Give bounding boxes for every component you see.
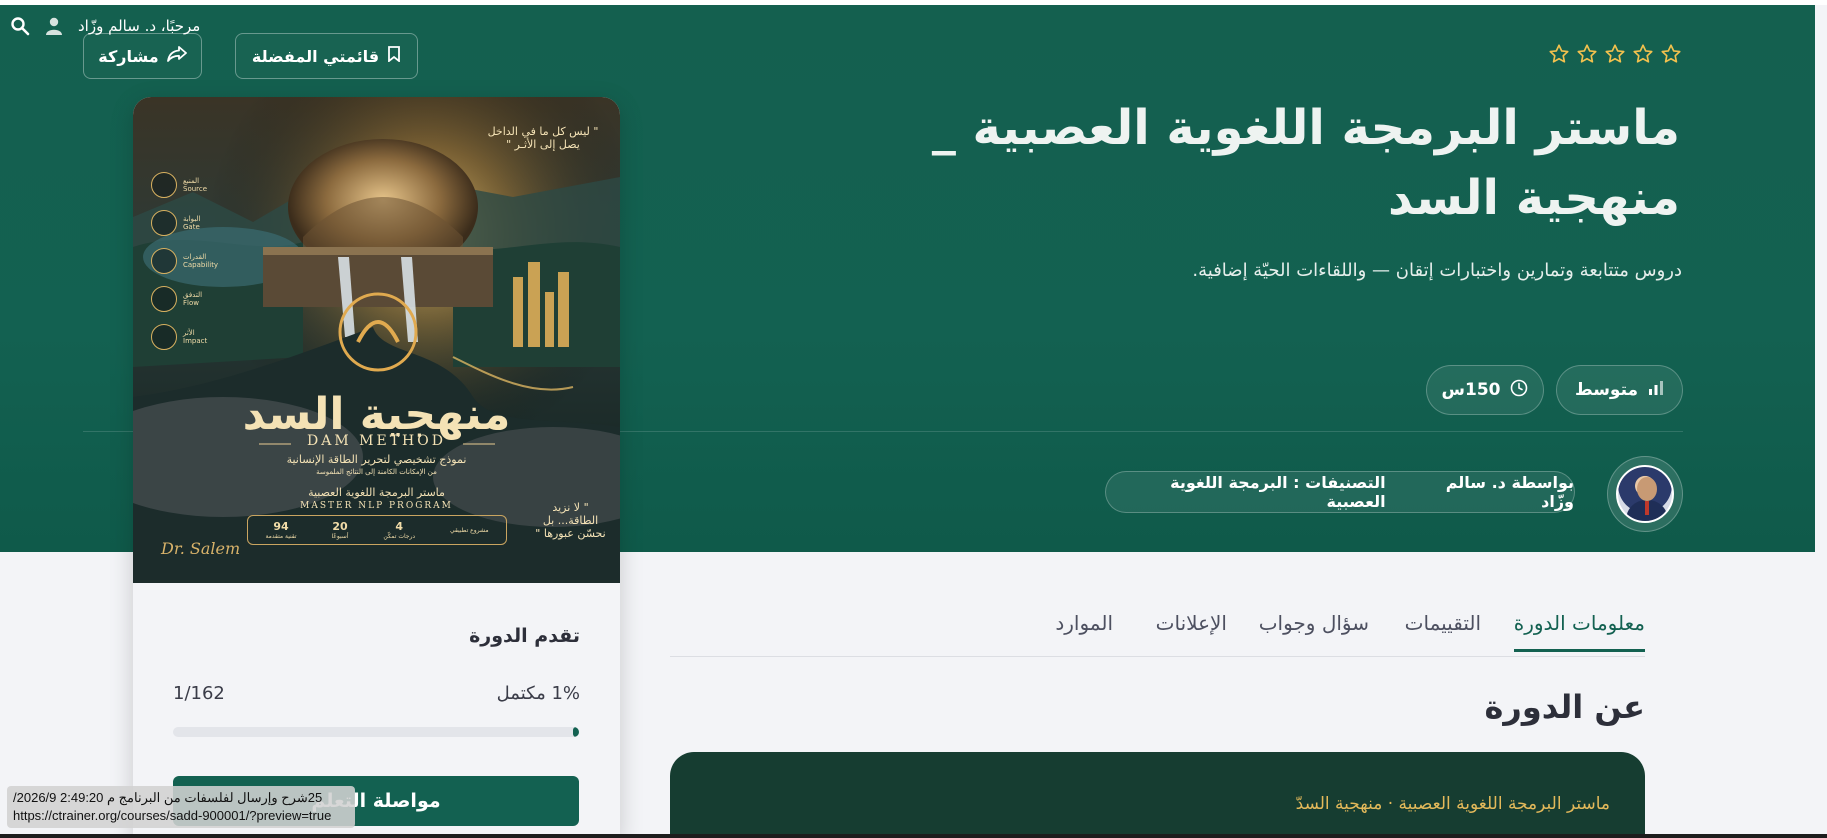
cover-stats: 94 تقنية متقدمة 20 أسبوعًا 4 درجات تمكّن مشروع… <box>247 515 507 545</box>
tooltip-line1: 25شرح وإرسال لفلسفات من البرنامج م 2:49:… <box>13 790 323 805</box>
clock-icon <box>1510 379 1528 402</box>
cover-side-icon <box>151 286 177 312</box>
cover-side-item: القدرات Capability <box>151 248 221 274</box>
bookmark-icon <box>387 46 401 66</box>
cover-stat: 20 أسبوعًا <box>331 520 348 540</box>
progress-bar <box>173 727 579 737</box>
progress-title: تقدم الدورة <box>469 625 580 647</box>
cover-quote-top: " ليس كل ما في الداخل يصل إلى الأثـر " <box>487 125 599 151</box>
avatar <box>1616 465 1674 523</box>
share-icon <box>166 46 187 66</box>
tab-announcements[interactable]: الإعلانات <box>1156 611 1227 649</box>
cover-side-label-en: Flow <box>183 299 199 307</box>
cover-side-icon <box>151 248 177 274</box>
cover-side-item: المنبع Source <box>151 172 221 198</box>
tab-reviews[interactable]: التقييمات <box>1405 611 1481 649</box>
status-tooltip: 25شرح وإرسال لفلسفات من البرنامج م 2:49:… <box>7 786 355 828</box>
cover-side-label-ar: القدرات <box>183 253 207 261</box>
cover-side-item: التدفق Flow <box>151 286 221 312</box>
star-icon[interactable] <box>1576 43 1598 65</box>
favorites-button[interactable]: قائمتي المفضلة <box>235 33 418 79</box>
course-page: مرحبًا، د. سالم وزّاد قائمتي المفضلة مشا… <box>0 0 1827 838</box>
course-card: " ليس كل ما في الداخل يصل إلى الأثـر " "… <box>133 97 620 838</box>
cover-stat-value: 20 <box>332 520 348 533</box>
cover-side-label-ar: التدفق <box>183 291 203 299</box>
tab-resources[interactable]: الموارد <box>1055 611 1113 649</box>
cover-subtitle: نموذج تشخيصي لتحرير الطاقة الإنسانية <box>286 453 467 466</box>
rating-stars[interactable] <box>1548 43 1682 65</box>
course-title-line1: ماستر البرمجة اللغوية العصبية _ <box>931 100 1680 156</box>
share-button[interactable]: مشاركة <box>83 33 202 79</box>
cover-program-en: MASTER NLP PROGRAM <box>300 501 453 511</box>
cover-latin-title: DAM METHOD <box>307 433 446 449</box>
course-title: ماستر البرمجة اللغوية العصبية _ منهجية ا… <box>780 93 1680 233</box>
tab-qa[interactable]: سؤال وجواب <box>1259 611 1369 649</box>
cover-side-label-en: Source <box>183 185 208 193</box>
course-cover-image: " ليس كل ما في الداخل يصل إلى الأثـر " "… <box>133 97 620 583</box>
course-subtitle: دروس متتابعة وتمارين واختبارات إتقان — و… <box>1192 260 1682 281</box>
cover-stat-label: درجات تمكّن <box>383 533 416 540</box>
cover-side-label-en: Capability <box>183 261 219 269</box>
cover-stat-label: مشروع تطبيقي <box>450 526 489 534</box>
star-icon[interactable] <box>1604 43 1626 65</box>
course-title-line2: منهجية السد <box>1387 170 1680 226</box>
tooltip-url: https://ctrainer.org/courses/sadd-900001… <box>13 808 332 823</box>
user-icon[interactable] <box>44 16 64 36</box>
share-label: مشاركة <box>98 46 159 66</box>
cover-side-icon <box>151 172 177 198</box>
favorites-label: قائمتي المفضلة <box>251 46 380 66</box>
star-icon[interactable] <box>1632 43 1654 65</box>
level-chip: متوسط <box>1556 365 1683 415</box>
cover-side-icon <box>151 210 177 236</box>
cover-side-label-ar: البوابة <box>183 215 201 223</box>
star-icon[interactable] <box>1548 43 1570 65</box>
cover-side-label-en: Impact <box>183 337 208 345</box>
cover-side-label-en: Gate <box>183 223 200 231</box>
progress-bar-fill <box>572 727 579 737</box>
course-categories[interactable]: التصنيفات : البرمجة اللغوية العصبية <box>1106 473 1385 511</box>
tab-course-info[interactable]: معلومات الدورة <box>1513 611 1645 652</box>
cover-stat-value: 4 <box>395 520 404 533</box>
bar-chart-icon <box>1648 380 1664 401</box>
cover-subtitle-small: من الإمكانات الكامنة إلى النتائج الملموس… <box>316 468 437 476</box>
cover-stat: 4 درجات تمكّن <box>383 520 415 540</box>
cover-side-item: الأثر Impact <box>151 324 221 350</box>
cover-side-label-ar: الأثر <box>183 329 195 337</box>
cover-stat-label: تقنية متقدمة <box>265 533 297 540</box>
about-box-label: ماستر البرمجة اللغوية العصبية · منهجية ا… <box>1295 794 1610 814</box>
star-icon[interactable] <box>1660 43 1682 65</box>
about-box: ماستر البرمجة اللغوية العصبية · منهجية ا… <box>670 752 1645 838</box>
cover-stat-value: 94 <box>273 520 289 533</box>
author-avatar-ring[interactable] <box>1607 456 1683 532</box>
level-label: متوسط <box>1574 380 1639 400</box>
cover-side-icon <box>151 324 177 350</box>
cover-stat: 94 تقنية متقدمة <box>265 520 296 540</box>
duration-label: 150س <box>1441 380 1501 400</box>
duration-chip: 150س <box>1426 365 1544 415</box>
author-name[interactable]: بواسطة د. سالم وزّاد <box>1408 473 1574 511</box>
cover-signature: Dr. Salem <box>161 539 241 558</box>
about-heading: عن الدورة <box>1484 688 1645 726</box>
cover-stat-label: أسبوعًا <box>331 533 349 540</box>
author-info: بواسطة د. سالم وزّاد التصنيفات : البرمجة… <box>1105 471 1575 513</box>
window-bottom-edge <box>0 834 1827 838</box>
cover-side-label-ar: المنبع <box>183 177 200 185</box>
progress-percent-text: 1% مكتمل <box>496 683 580 704</box>
cover-side-item: البوابة Gate <box>151 210 221 236</box>
cover-program-ar: ماستر البرمجة اللغوية العصبية <box>308 486 445 499</box>
progress-count: 1/162 <box>173 683 225 704</box>
cover-side-list: المنبع Source البوابة Gate القدرات Capability… <box>151 172 221 350</box>
course-tabs: معلومات الدورة التقييمات سؤال وجواب الإعلان… <box>670 607 1645 657</box>
search-icon[interactable] <box>10 16 30 36</box>
cover-stat: مشروع تطبيقي <box>450 527 489 534</box>
